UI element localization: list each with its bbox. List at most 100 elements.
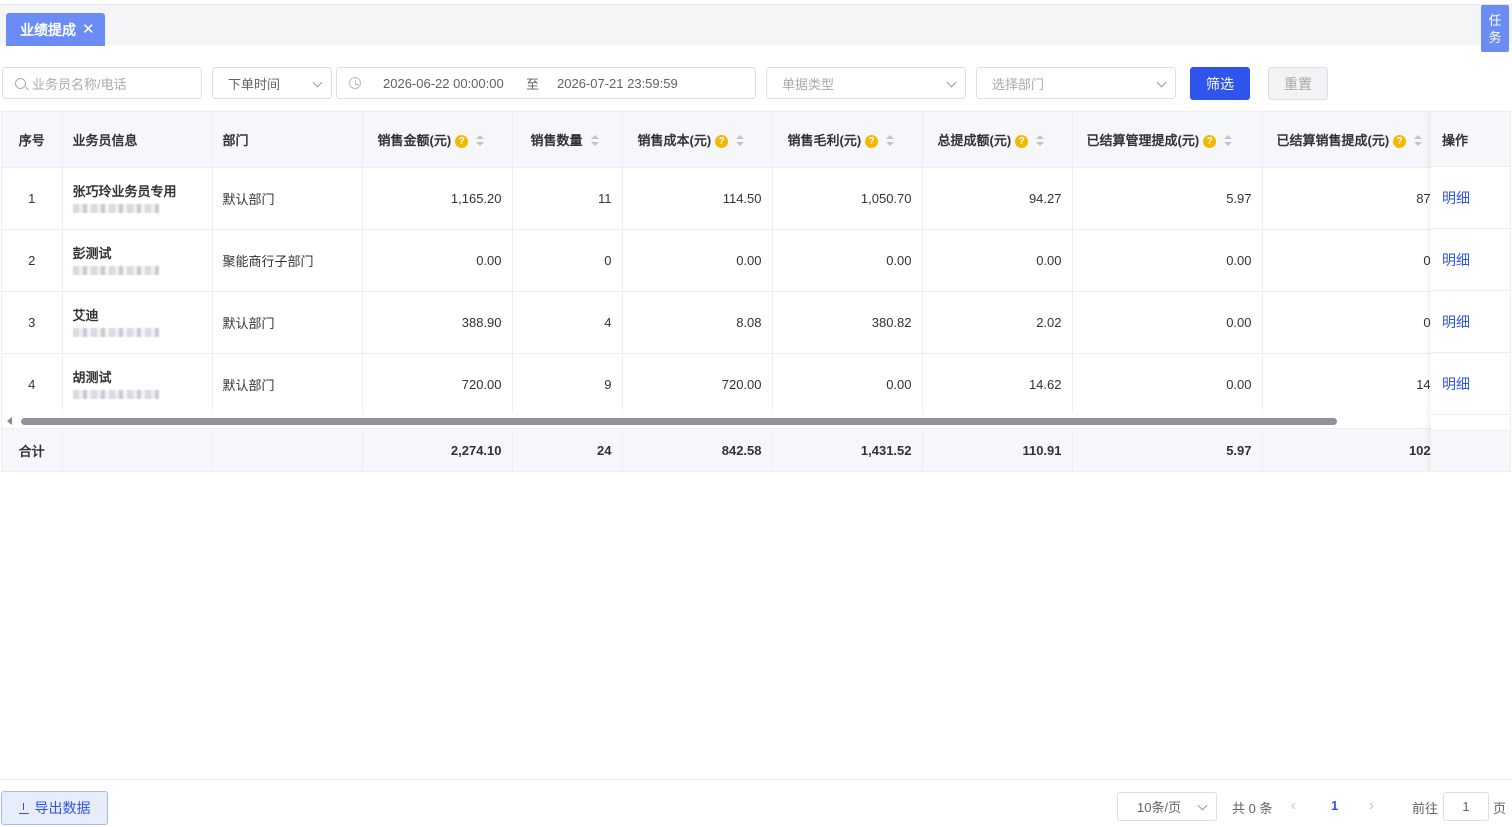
help-icon[interactable]: ? bbox=[1393, 134, 1407, 148]
redacted-phone bbox=[72, 266, 159, 275]
page-size-value: 10条/页 bbox=[1137, 800, 1182, 815]
table-row: 2 彭测试 聚能商行子部门 0.00 0 0.00 0.00 0.00 0.00… bbox=[2, 229, 1443, 292]
sort-icon[interactable] bbox=[886, 134, 895, 146]
totals-empty bbox=[212, 428, 363, 471]
time-type-value: 下单时间 bbox=[228, 76, 281, 92]
cell-sales-amount: 0.00 bbox=[362, 229, 513, 292]
close-icon[interactable]: ✕ bbox=[82, 22, 95, 37]
header-settled-sales[interactable]: 已结算销售提成(元)? bbox=[1262, 112, 1443, 168]
cell-sales-qty: 11 bbox=[512, 167, 623, 230]
help-icon[interactable]: ? bbox=[1015, 134, 1029, 148]
page-number[interactable]: 1 bbox=[1331, 798, 1338, 813]
chevron-down-icon bbox=[946, 77, 957, 88]
header-sales-cost[interactable]: 销售成本(元)? bbox=[622, 112, 773, 168]
cell-sales-cost: 720.00 bbox=[622, 353, 773, 416]
cell-gross-profit: 0.00 bbox=[772, 353, 923, 416]
scroll-left-icon[interactable] bbox=[7, 417, 12, 425]
cell-sales-cost: 114.50 bbox=[622, 167, 773, 230]
page-suffix: 页 bbox=[1493, 801, 1507, 816]
scroll-thumb[interactable] bbox=[21, 418, 1337, 425]
sort-icon[interactable] bbox=[1224, 134, 1233, 146]
search-input[interactable]: 业务员名称/电话 bbox=[2, 67, 202, 99]
chevron-down-icon bbox=[312, 77, 323, 88]
doc-type-select[interactable]: 单据类型 bbox=[766, 67, 966, 99]
cell-dept: 默认部门 bbox=[212, 353, 363, 416]
table-row: 1 张巧玲业务员专用 默认部门 1,165.20 11 114.50 1,050… bbox=[2, 167, 1443, 230]
cell-settled-mgmt: 0.00 bbox=[1072, 291, 1263, 354]
cell-index: 4 bbox=[2, 353, 63, 416]
fixed-action-column: 操作 明细 明细 明细 明细 bbox=[1431, 112, 1510, 471]
header-settled-mgmt-label: 已结算管理提成(元) bbox=[1086, 132, 1200, 148]
doc-type-placeholder: 单据类型 bbox=[782, 76, 835, 92]
totals-action-empty bbox=[1431, 430, 1510, 471]
header-total-commission[interactable]: 总提成额(元)? bbox=[922, 112, 1073, 168]
sort-icon[interactable] bbox=[476, 134, 485, 146]
header-sales-qty-label: 销售数量 bbox=[530, 132, 583, 148]
cell-gross-profit: 380.82 bbox=[772, 291, 923, 354]
cell-settled-sales: 0.0 bbox=[1262, 229, 1443, 292]
cell-index: 3 bbox=[2, 291, 63, 354]
header-action: 操作 bbox=[1431, 112, 1510, 167]
help-icon[interactable]: ? bbox=[1203, 134, 1217, 148]
header-index: 序号 bbox=[2, 112, 63, 168]
dept-select[interactable]: 选择部门 bbox=[976, 67, 1176, 99]
goto-page-input[interactable]: 1 bbox=[1443, 792, 1489, 821]
redacted-phone bbox=[72, 328, 159, 337]
cell-sales-qty: 0 bbox=[512, 229, 623, 292]
filter-bar: 业务员名称/电话 下单时间 2026-06-22 00:00:00 至 2026… bbox=[0, 67, 1512, 100]
salesperson-name: 张巧玲业务员专用 bbox=[72, 184, 177, 199]
chevron-down-icon bbox=[1156, 77, 1167, 88]
help-icon[interactable]: ? bbox=[455, 134, 469, 148]
page-size-select[interactable]: 10条/页 bbox=[1117, 792, 1217, 821]
totals-label: 合计 bbox=[2, 428, 63, 471]
header-total-commission-label: 总提成额(元) bbox=[937, 132, 1012, 148]
next-page-icon[interactable]: › bbox=[1369, 797, 1374, 814]
salesperson-name: 胡测试 bbox=[72, 370, 112, 385]
cell-settled-mgmt: 0.00 bbox=[1072, 353, 1263, 416]
date-separator: 至 bbox=[526, 76, 540, 92]
detail-link[interactable]: 明细 bbox=[1431, 353, 1510, 415]
cell-settled-mgmt: 5.97 bbox=[1072, 167, 1263, 230]
commission-table: 序号 业务员信息 部门 销售金额(元)? 销售数量 销售成本(元)? 销售毛利(… bbox=[1, 111, 1511, 472]
reset-button[interactable]: 重置 bbox=[1268, 67, 1328, 100]
sort-icon[interactable] bbox=[1036, 134, 1045, 146]
cell-dept: 聚能商行子部门 bbox=[212, 229, 363, 292]
date-range-picker[interactable]: 2026-06-22 00:00:00 至 2026-07-21 23:59:5… bbox=[336, 67, 756, 99]
task-button[interactable]: 任 务 bbox=[1481, 5, 1509, 52]
cell-gross-profit: 1,050.70 bbox=[772, 167, 923, 230]
salesperson-name: 艾迪 bbox=[72, 308, 99, 323]
sort-icon[interactable] bbox=[590, 134, 599, 146]
detail-link[interactable]: 明细 bbox=[1431, 229, 1510, 291]
detail-link[interactable]: 明细 bbox=[1431, 167, 1510, 229]
header-sales-amount-label: 销售金额(元) bbox=[377, 132, 452, 148]
cell-sales-amount: 1,165.20 bbox=[362, 167, 513, 230]
header-sales-amount[interactable]: 销售金额(元)? bbox=[362, 112, 513, 168]
search-icon bbox=[15, 77, 26, 89]
cell-info: 张巧玲业务员专用 bbox=[62, 167, 213, 230]
date-end[interactable]: 2026-07-21 23:59:59 bbox=[557, 76, 678, 91]
detail-link[interactable]: 明细 bbox=[1431, 291, 1510, 353]
sort-icon[interactable] bbox=[1414, 134, 1423, 146]
cell-total-commission: 94.27 bbox=[922, 167, 1073, 230]
cell-settled-sales: 0.0 bbox=[1262, 291, 1443, 354]
horizontal-scrollbar[interactable] bbox=[3, 413, 1510, 428]
header-settled-mgmt[interactable]: 已结算管理提成(元)? bbox=[1072, 112, 1263, 168]
date-start[interactable]: 2026-06-22 00:00:00 bbox=[383, 76, 511, 91]
help-icon[interactable]: ? bbox=[715, 134, 729, 148]
total-gross-profit: 1,431.52 bbox=[772, 428, 923, 471]
time-type-select[interactable]: 下单时间 bbox=[212, 67, 332, 99]
header-gross-profit[interactable]: 销售毛利(元)? bbox=[772, 112, 923, 168]
cell-dept: 默认部门 bbox=[212, 167, 363, 230]
salesperson-name: 彭测试 bbox=[72, 246, 112, 261]
tab-commission[interactable]: 业绩提成 ✕ bbox=[6, 13, 105, 46]
filter-button[interactable]: 筛选 bbox=[1190, 67, 1250, 100]
total-commission: 110.91 bbox=[922, 428, 1073, 471]
sort-icon[interactable] bbox=[736, 134, 745, 146]
prev-page-icon[interactable]: ‹ bbox=[1291, 797, 1296, 814]
header-sales-qty[interactable]: 销售数量 bbox=[512, 112, 623, 168]
cell-settled-sales: 14.6 bbox=[1262, 353, 1443, 416]
tab-bar: 业绩提成 ✕ bbox=[0, 4, 1512, 46]
task-button-line1: 任 bbox=[1488, 12, 1502, 28]
total-sales-amount: 2,274.10 bbox=[362, 428, 513, 471]
help-icon[interactable]: ? bbox=[865, 134, 879, 148]
